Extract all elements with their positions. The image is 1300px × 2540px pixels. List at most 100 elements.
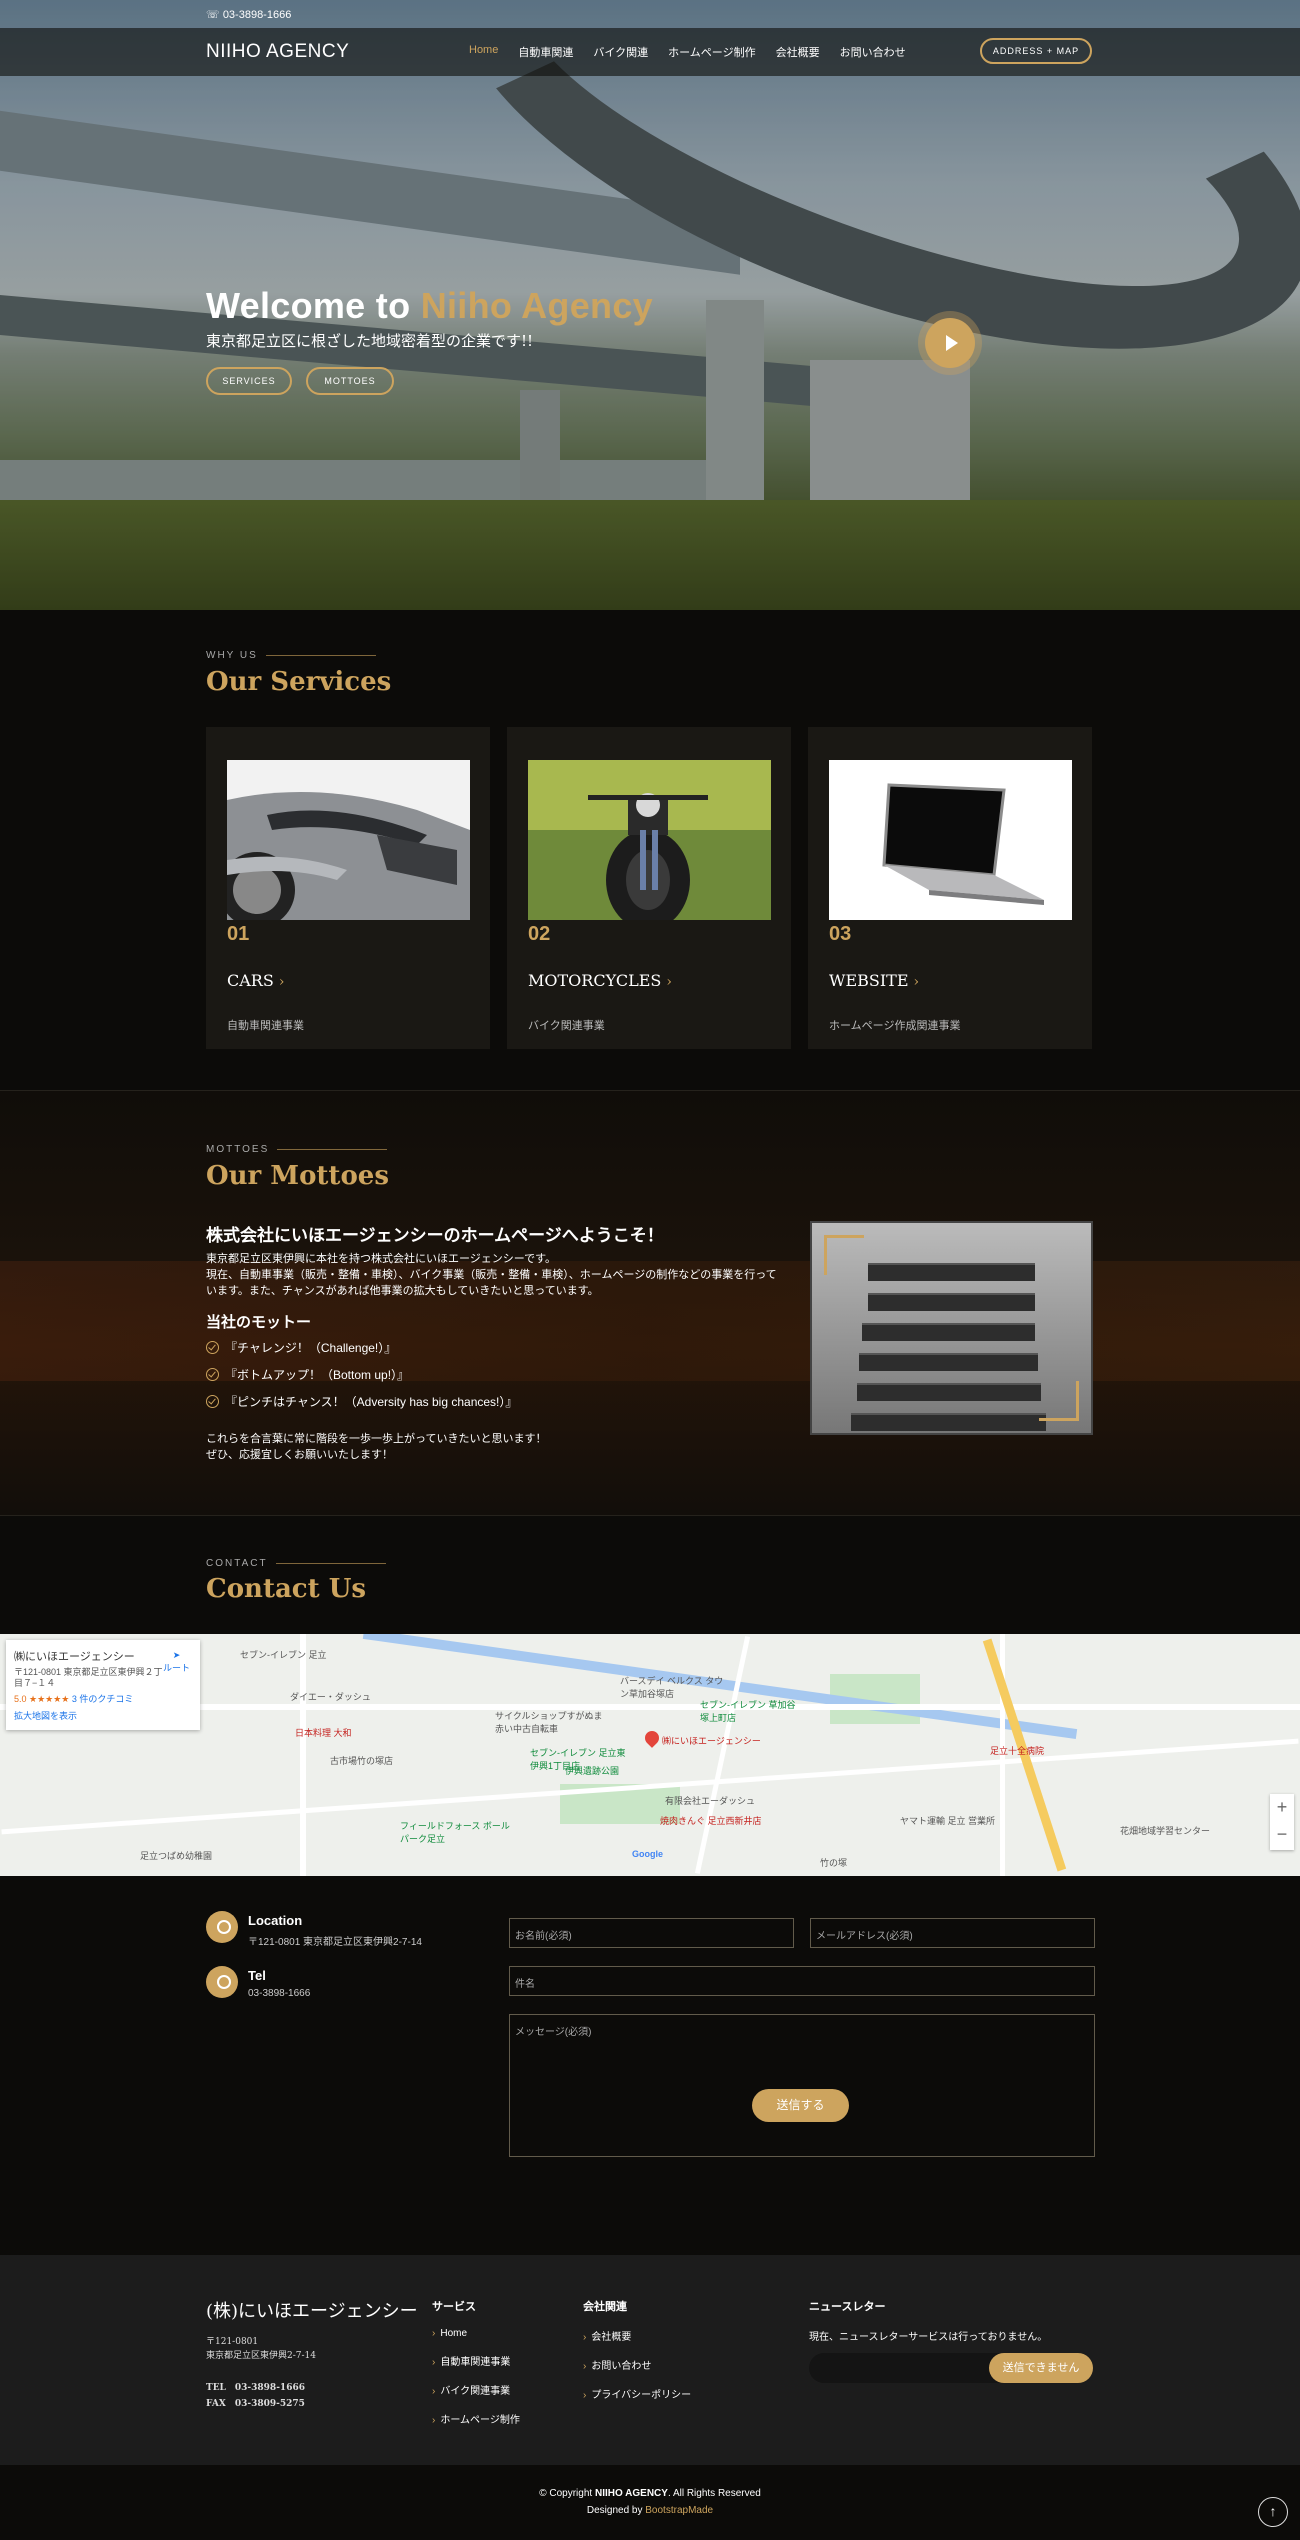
topbar-phone-text: 03-3898-1666 (222, 9, 292, 21)
nav-home[interactable]: Home (469, 44, 498, 60)
card-desc: バイク関連事業 (528, 1020, 605, 1032)
phone-icon: ☏ (206, 9, 223, 21)
name-field[interactable]: お名前(必須) (509, 1918, 794, 1948)
map-label: セブン-イレブン 草加谷塚上町店 (700, 1700, 796, 1723)
mottoes-intro-1: 東京都足立区東伊興に本社を持つ株式会社にいほエージェンシーです。 (206, 1253, 557, 1265)
check-circle-icon (206, 1368, 219, 1381)
service-card-website[interactable]: 03 WEBSITE › ホームページ作成関連事業 (808, 727, 1092, 1049)
map-label: 足立つばめ幼稚園 (140, 1851, 213, 1861)
nav-contact[interactable]: お問い合わせ (840, 44, 906, 60)
play-video-icon[interactable] (925, 318, 975, 368)
footer-link[interactable]: › ホームページ制作 (432, 2411, 520, 2426)
map-larger-link[interactable]: 拡大地図を表示 (14, 1709, 192, 1722)
check-circle-icon (206, 1395, 219, 1408)
chevron-right-icon: › (432, 2415, 436, 2426)
map-directions[interactable]: ➤ ルート (163, 1650, 190, 1674)
back-to-top-icon[interactable]: ↑ (1258, 2497, 1288, 2527)
footer-link-text: 自動車関連事業 (440, 2357, 511, 2368)
hero-subtitle: 東京都足立区に根ざした地域密着型の企業です!! (206, 332, 534, 350)
subject-field[interactable]: 件名 (509, 1966, 1095, 1996)
map-label: ヤマト運輸 足立 営業所 (900, 1816, 996, 1826)
location-pin-icon (206, 1911, 238, 1943)
motto-text: 『ボトムアップ！（Bottom up!）』 (225, 1368, 410, 1382)
footer-link-text: 会社概要 (591, 2332, 632, 2343)
nav-bikes[interactable]: バイク関連 (593, 44, 648, 60)
footer-link[interactable]: › Home (432, 2328, 520, 2339)
card-title-text: WEBSITE (829, 971, 909, 990)
address-map-button[interactable]: ADDRESS + MAP (980, 38, 1092, 64)
google-map[interactable]: ㈱にいほエージェンシー セブン-イレブン 足立 バースデイ ベルクス タウン草加… (0, 1634, 1300, 1876)
map-label: 足立十全病院 (990, 1746, 1045, 1756)
services-title: Our Services (206, 667, 392, 697)
service-card-cars[interactable]: 01 CARS › 自動車関連事業 (206, 727, 490, 1049)
footer: (株)にいほエージェンシー 〒121-0801 東京都足立区東伊興2-7-14 … (0, 2255, 1300, 2465)
services-section: WHY US Our Services 01 CARS › 自動車関連事業 02… (0, 610, 1300, 1090)
motto-item: 『ボトムアップ！（Bottom up!）』 (206, 1366, 409, 1383)
footer-link[interactable]: › お問い合わせ (583, 2357, 691, 2372)
map-pin-icon[interactable] (642, 1728, 662, 1748)
nav-cars[interactable]: 自動車関連 (518, 44, 573, 60)
email-field[interactable]: メールアドレス(必須) (810, 1918, 1095, 1948)
zoom-out-button[interactable]: − (1270, 1821, 1294, 1848)
map-label: 有限会社エーダッシュ (665, 1796, 756, 1806)
logo[interactable]: NIIHO AGENCY (206, 41, 349, 63)
footer-company-title: 会社関連 (583, 2301, 627, 2313)
map-zoom-control: + − (1270, 1794, 1294, 1850)
mottoes-closing-1: これらを合言葉に常に階段を一歩一歩上がっていきたいと思います！ (206, 1433, 547, 1445)
send-button[interactable]: 送信する (752, 2089, 849, 2122)
location-value: 〒121-0801 東京都足立区東伊興2-7-14 (248, 1937, 422, 1948)
google-logo: Google (632, 1849, 663, 1859)
motto-item: 『ピンチはチャンス！（Adversity has big chances!）』 (206, 1393, 517, 1410)
card-number: 03 (829, 923, 852, 945)
motto-heading: 当社のモットー (206, 1313, 312, 1331)
footer-link[interactable]: › プライバシーポリシー (583, 2386, 691, 2401)
chevron-right-icon: › (432, 2386, 436, 2397)
footer-link[interactable]: › 自動車関連事業 (432, 2353, 520, 2368)
map-label: 焼肉きんぐ 足立西新井店 (660, 1816, 762, 1826)
footer-link-text: プライバシーポリシー (591, 2390, 692, 2401)
chevron-right-icon: › (583, 2361, 587, 2372)
map-reviews-link[interactable]: 3 件のクチコミ (72, 1694, 134, 1704)
copyright-bar: © Copyright NIIHO AGENCY. All Rights Res… (0, 2465, 1300, 2540)
chevron-right-icon: › (278, 974, 285, 990)
newsletter-button[interactable]: 送信できません (989, 2353, 1093, 2383)
card-title[interactable]: MOTORCYCLES › (528, 971, 672, 990)
footer-services-title: サービス (432, 2301, 476, 2313)
contact-title: Contact Us (206, 1574, 366, 1604)
motto-item: 『チャレンジ！（Challenge!）』 (206, 1339, 396, 1356)
designed-by-link[interactable]: BootstrapMade (645, 2505, 713, 2516)
copyright: © Copyright NIIHO AGENCY. All Rights Res… (0, 2465, 1300, 2499)
footer-services: サービス › Home › 自動車関連事業 › バイク関連事業 › ホームページ制作 (432, 2298, 520, 2440)
nav-web[interactable]: ホームページ制作 (668, 44, 755, 60)
footer-link-text: お問い合わせ (591, 2361, 652, 2372)
footer-link[interactable]: › バイク関連事業 (432, 2382, 520, 2397)
topbar: ☏ 03-3898-1666 (0, 0, 1300, 28)
mottoes-button[interactable]: MOTTOES (306, 367, 394, 395)
nav-company[interactable]: 会社概要 (776, 44, 820, 60)
copyright-suffix: . All Rights Reserved (667, 2488, 761, 2499)
mottoes-intro-2: 現在、自動車事業（販売・整備・車検）、バイク事業（販売・整備・車検）、ホームペー… (206, 1269, 777, 1281)
motto-text: 『チャレンジ！（Challenge!）』 (225, 1341, 397, 1355)
footer-news-title: ニュースレター (809, 2301, 886, 2313)
services-button[interactable]: SERVICES (206, 367, 292, 395)
contact-eyebrow: CONTACT (206, 1558, 386, 1569)
newsletter-input[interactable]: 送信できません (809, 2353, 1093, 2383)
map-place-address: 〒121-0801 東京都足立区東伊興２丁目７−１４ (14, 1667, 163, 1688)
mottoes-heading: 株式会社にいほエージェンシーのホームページへようこそ！ (206, 1226, 664, 1246)
footer-brand: (株)にいほエージェンシー (206, 2301, 418, 2322)
contact-section: CONTACT Contact Us ㈱にいほエージェンシー セブン-イレブン … (0, 1515, 1300, 2255)
mottoes-closing-2: ぜひ、応援宜しくお願いいたします！ (206, 1449, 393, 1461)
service-card-motorcycles[interactable]: 02 MOTORCYCLES › バイク関連事業 (507, 727, 791, 1049)
chevron-right-icon: › (432, 2357, 436, 2368)
footer-link[interactable]: › 会社概要 (583, 2328, 691, 2343)
card-title[interactable]: CARS › (227, 971, 284, 990)
map-label: サイクルショップすがぬま 赤い中古自転車 (495, 1711, 603, 1734)
message-field[interactable]: メッセージ(必須) (509, 2014, 1095, 2157)
copyright-prefix: © Copyright (539, 2488, 595, 2499)
header: NIIHO AGENCY Home 自動車関連 バイク関連 ホームページ制作 会… (0, 28, 1300, 76)
zoom-in-button[interactable]: + (1270, 1794, 1294, 1821)
card-title[interactable]: WEBSITE › (829, 971, 919, 990)
card-number: 02 (528, 923, 551, 945)
chevron-right-icon: › (913, 974, 920, 990)
map-label: 竹の塚 (820, 1858, 848, 1868)
